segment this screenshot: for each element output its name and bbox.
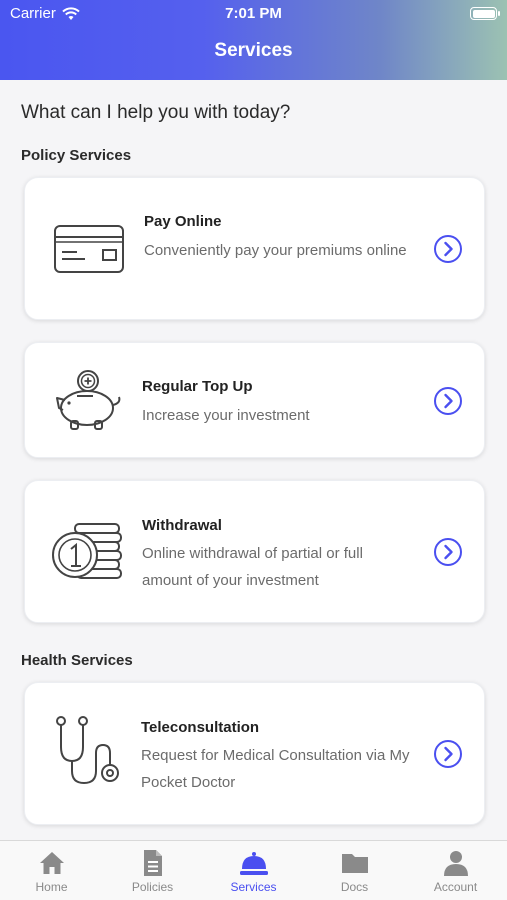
regular-top-up-card[interactable]: Regular Top Up Increase your investment <box>24 342 485 458</box>
pay-online-card[interactable]: Pay Online Conveniently pay your premium… <box>24 177 485 320</box>
tab-label: Services <box>230 880 277 894</box>
page-title: Services <box>214 40 293 61</box>
card-description: Online withdrawal of partial or full amo… <box>142 545 363 589</box>
tab-home[interactable]: Home <box>1 849 102 894</box>
coin-stack-icon <box>52 523 122 579</box>
tab-label: Docs <box>340 880 369 894</box>
tab-bar: Home Policies Services Docs Account <box>0 840 507 900</box>
withdrawal-card[interactable]: Withdrawal Online withdrawal of partial … <box>24 480 485 623</box>
person-icon <box>443 851 468 876</box>
card-title: Teleconsultation <box>141 719 260 736</box>
card-title: Withdrawal <box>142 517 222 534</box>
card-description: Conveniently pay your premiums online <box>144 242 407 259</box>
tab-label: Policies <box>131 880 174 894</box>
section-title-health: Health Services <box>21 652 133 669</box>
piggy-bank-icon <box>56 370 121 430</box>
battery-icon <box>470 7 500 20</box>
stethoscope-icon <box>56 716 119 785</box>
tab-services[interactable]: Services <box>203 849 304 894</box>
greeting-text: What can I help you with today? <box>21 102 291 123</box>
app-header: Carrier 7:01 PM Services <box>0 0 507 80</box>
chevron-right-icon[interactable] <box>433 537 463 567</box>
home-icon <box>39 852 64 874</box>
tab-label: Account <box>433 880 478 894</box>
tab-docs[interactable]: Docs <box>304 849 405 894</box>
tab-account[interactable]: Account <box>405 849 506 894</box>
folder-icon <box>341 854 368 873</box>
document-icon <box>143 850 162 876</box>
card-description: Increase your investment <box>142 407 310 424</box>
section-title-policy: Policy Services <box>21 147 132 164</box>
chevron-right-icon[interactable] <box>433 386 463 416</box>
card-title: Pay Online <box>144 213 222 230</box>
teleconsultation-card[interactable]: Teleconsultation Request for Medical Con… <box>24 682 485 825</box>
card-description: Request for Medical Consultation via My … <box>141 747 410 791</box>
chevron-right-icon[interactable] <box>433 234 463 264</box>
card-title: Regular Top Up <box>142 378 253 395</box>
tab-policies[interactable]: Policies <box>102 849 203 894</box>
tab-label: Home <box>35 880 68 894</box>
credit-card-icon <box>54 225 124 273</box>
status-time: 7:01 PM <box>225 5 282 22</box>
status-bar: Carrier 7:01 PM <box>0 0 507 28</box>
service-bell-icon <box>239 852 268 875</box>
chevron-right-icon[interactable] <box>433 739 463 769</box>
services-content[interactable]: What can I help you with today? Policy S… <box>0 80 507 840</box>
